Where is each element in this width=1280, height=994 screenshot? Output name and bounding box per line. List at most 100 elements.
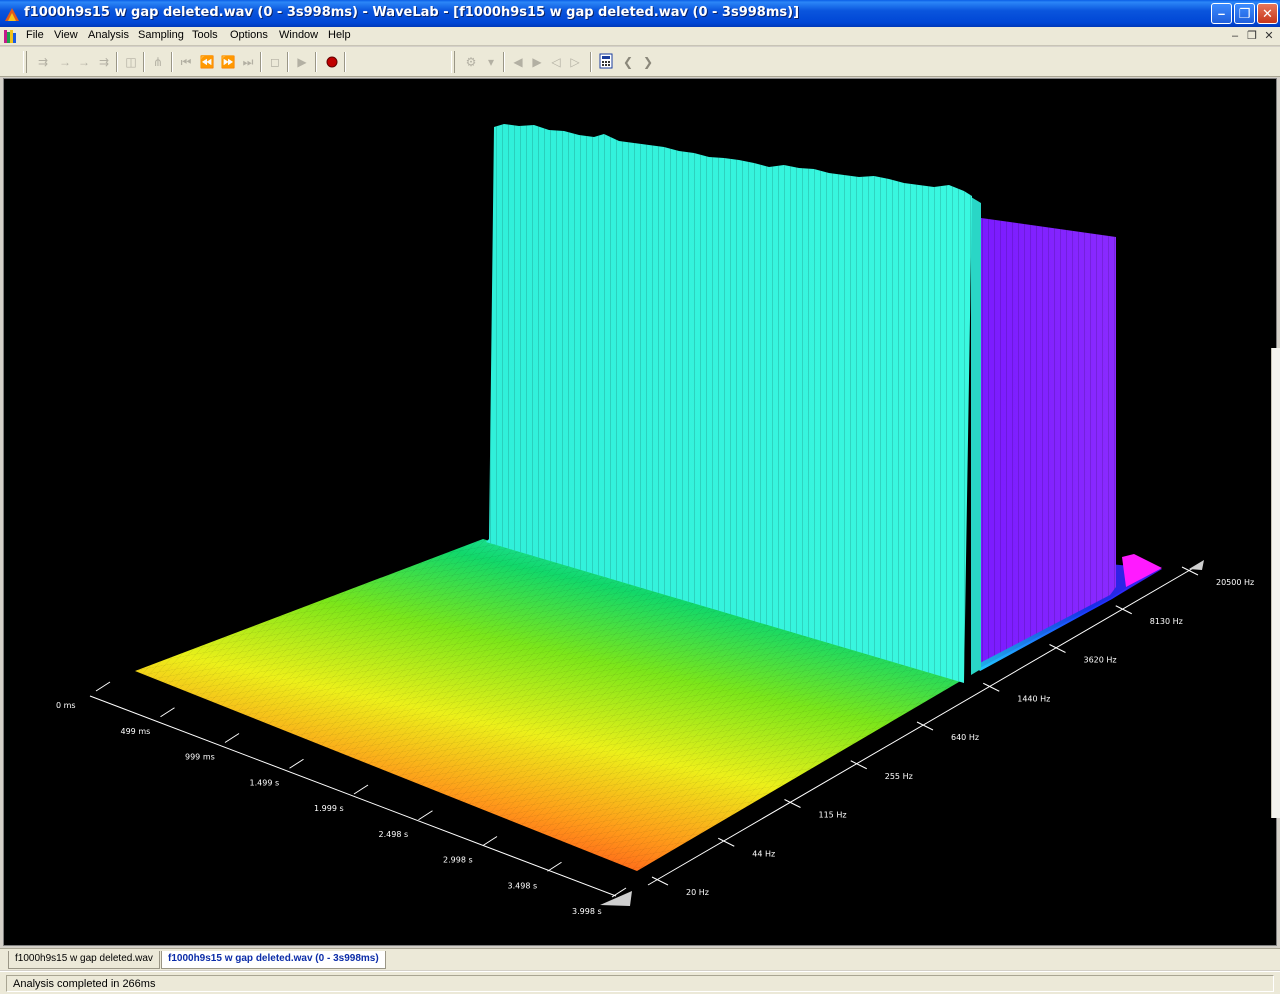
spectrum-floor-magenta bbox=[1122, 554, 1162, 587]
time-tick-label: 499 ms bbox=[121, 727, 151, 736]
record-icon[interactable] bbox=[323, 53, 341, 71]
time-axis-arrow bbox=[600, 891, 632, 906]
document-icon[interactable] bbox=[4, 30, 18, 43]
frequency-tick-mark bbox=[983, 682, 1000, 692]
peak-9khz-wall-lines bbox=[974, 217, 1116, 665]
toolbar-separator bbox=[590, 52, 592, 72]
menu-sampling[interactable]: Sampling bbox=[138, 29, 184, 41]
close-button[interactable]: ✕ bbox=[1257, 3, 1278, 24]
window-title: f1000h9s15 w gap deleted.wav (0 - 3s998m… bbox=[24, 5, 800, 20]
jump-icon[interactable]: ⇉ bbox=[95, 53, 113, 71]
minimize-icon: – bbox=[1217, 6, 1226, 21]
tab-file[interactable]: f1000h9s15 w gap deleted.wav bbox=[8, 951, 160, 969]
minimize-button[interactable]: – bbox=[1211, 3, 1232, 24]
frequency-tick-label: 640 Hz bbox=[951, 733, 979, 742]
menu-options[interactable]: Options bbox=[230, 29, 268, 41]
time-tick-mark bbox=[547, 861, 562, 872]
frequency-tick-label: 1440 Hz bbox=[1017, 694, 1050, 703]
toolbar: ⇉ → → ⇉ ◫ ⋔ ⏮ ⏪ ⏩ ⏭ ◻ ▶ ⚙ ▾ ◀ ▶ ◁ ▷ ❮ ❯ bbox=[0, 47, 1280, 77]
dropdown-arrow-icon[interactable]: ▾ bbox=[482, 53, 500, 71]
time-tick-label: 0 ms bbox=[56, 701, 76, 710]
time-tick-label: 1.999 s bbox=[314, 804, 344, 813]
toolbar-grip[interactable] bbox=[451, 51, 455, 73]
go-end-icon[interactable]: ⏭ bbox=[239, 53, 257, 71]
toolbar-separator bbox=[143, 52, 145, 72]
menu-file[interactable]: File bbox=[26, 29, 44, 41]
time-tick-mark bbox=[224, 733, 240, 743]
time-tick-mark bbox=[289, 758, 304, 769]
time-tick-label: 3.498 s bbox=[508, 881, 538, 890]
toolbar-separator bbox=[287, 52, 289, 72]
wavelab-app-icon[interactable] bbox=[4, 6, 20, 22]
document-tab-bar: f1000h9s15 w gap deleted.wav f1000h9s15 … bbox=[0, 948, 1280, 970]
marker-icon[interactable]: → bbox=[56, 53, 74, 71]
spectrum-3d-view[interactable]: 0 ms 499 ms 999 ms 1.499 s 1.999 s 2.498 s 2.9… bbox=[3, 78, 1277, 946]
rewind-icon[interactable]: ⏪ bbox=[198, 53, 216, 71]
marker-next-icon[interactable]: ▶ bbox=[528, 53, 546, 71]
region-next-icon[interactable]: ▷ bbox=[566, 53, 584, 71]
frequency-tick-mark bbox=[916, 721, 934, 731]
time-tick-mark bbox=[95, 681, 111, 692]
status-text: Analysis completed in 266ms bbox=[13, 978, 156, 990]
frequency-tick-label: 115 Hz bbox=[819, 811, 847, 820]
play-loop-icon[interactable]: → bbox=[75, 53, 93, 71]
toolbar-separator bbox=[116, 52, 118, 72]
mdi-close-button[interactable]: ✕ bbox=[1262, 29, 1276, 43]
trim-icon[interactable]: ⋔ bbox=[149, 53, 167, 71]
menu-tools[interactable]: Tools bbox=[192, 29, 218, 41]
frequency-tick-label: 20500 Hz bbox=[1216, 578, 1254, 587]
close-icon: ✕ bbox=[1262, 6, 1273, 21]
region-prev-icon[interactable]: ◁ bbox=[547, 53, 565, 71]
mdi-restore-button[interactable]: ❐ bbox=[1245, 29, 1259, 43]
time-tick-label: 999 ms bbox=[185, 753, 215, 762]
mdi-minimize-icon: – bbox=[1231, 30, 1239, 42]
play-icon[interactable]: ▶ bbox=[293, 53, 311, 71]
time-tick-label: 2.498 s bbox=[379, 830, 409, 839]
toolbar-separator bbox=[344, 52, 346, 72]
spectrum-plot: 0 ms 499 ms 999 ms 1.499 s 1.999 s 2.498 s 2.9… bbox=[56, 124, 1254, 916]
forward-icon[interactable]: ⏩ bbox=[219, 53, 237, 71]
time-tick-mark bbox=[160, 707, 175, 718]
back-icon[interactable]: ❮ bbox=[619, 53, 637, 71]
tab-analysis[interactable]: f1000h9s15 w gap deleted.wav (0 - 3s998m… bbox=[161, 951, 386, 969]
frequency-tick-label: 255 Hz bbox=[885, 772, 913, 781]
status-panel: Analysis completed in 266ms bbox=[6, 975, 1274, 992]
time-tick-mark bbox=[482, 836, 498, 846]
toolbar-separator bbox=[315, 52, 317, 72]
marker-prev-icon[interactable]: ◀ bbox=[509, 53, 527, 71]
time-tick-label: 3.998 s bbox=[572, 907, 602, 916]
side-scroll-stub[interactable] bbox=[1271, 348, 1280, 818]
analysis-mode-icon[interactable]: ⚙ bbox=[462, 53, 480, 71]
menu-help[interactable]: Help bbox=[328, 29, 351, 41]
menu-bar: File View Analysis Sampling Tools Option… bbox=[0, 27, 1280, 46]
frequency-tick-label: 20 Hz bbox=[686, 888, 709, 897]
frequency-tick-label: 44 Hz bbox=[752, 849, 775, 858]
time-tick-mark bbox=[418, 810, 433, 821]
title-bar: f1000h9s15 w gap deleted.wav (0 - 3s998m… bbox=[0, 0, 1280, 27]
status-bar: Analysis completed in 266ms bbox=[0, 971, 1280, 994]
toolbar-separator bbox=[503, 52, 505, 72]
toolbar-separator bbox=[171, 52, 173, 72]
restore-button[interactable]: ❐ bbox=[1234, 3, 1255, 24]
frequency-tick-label: 8130 Hz bbox=[1150, 617, 1183, 626]
time-tick-label: 2.998 s bbox=[443, 856, 473, 865]
next-icon[interactable]: ❯ bbox=[639, 53, 657, 71]
time-tick-mark bbox=[353, 784, 369, 795]
go-start-icon[interactable]: ⏮ bbox=[177, 53, 195, 71]
peak-1khz-side bbox=[971, 197, 981, 675]
mdi-close-icon: ✕ bbox=[1264, 30, 1274, 42]
toolbar-separator bbox=[260, 52, 262, 72]
menu-view[interactable]: View bbox=[54, 29, 78, 41]
mdi-restore-icon: ❐ bbox=[1247, 30, 1257, 42]
snapshot-icon[interactable]: ◫ bbox=[122, 53, 140, 71]
frequency-tick-label: 3620 Hz bbox=[1084, 656, 1117, 665]
toolbar-grip[interactable] bbox=[23, 51, 27, 73]
menu-window[interactable]: Window bbox=[279, 29, 318, 41]
frequency-axis-arrow bbox=[1189, 560, 1204, 570]
mdi-minimize-button[interactable]: – bbox=[1228, 29, 1242, 43]
calculator-icon[interactable] bbox=[597, 53, 615, 71]
frequency-tick-mark bbox=[1049, 644, 1066, 653]
zoom-in-icon[interactable]: ⇉ bbox=[34, 53, 52, 71]
menu-analysis[interactable]: Analysis bbox=[88, 29, 129, 41]
stop-icon[interactable]: ◻ bbox=[266, 53, 284, 71]
